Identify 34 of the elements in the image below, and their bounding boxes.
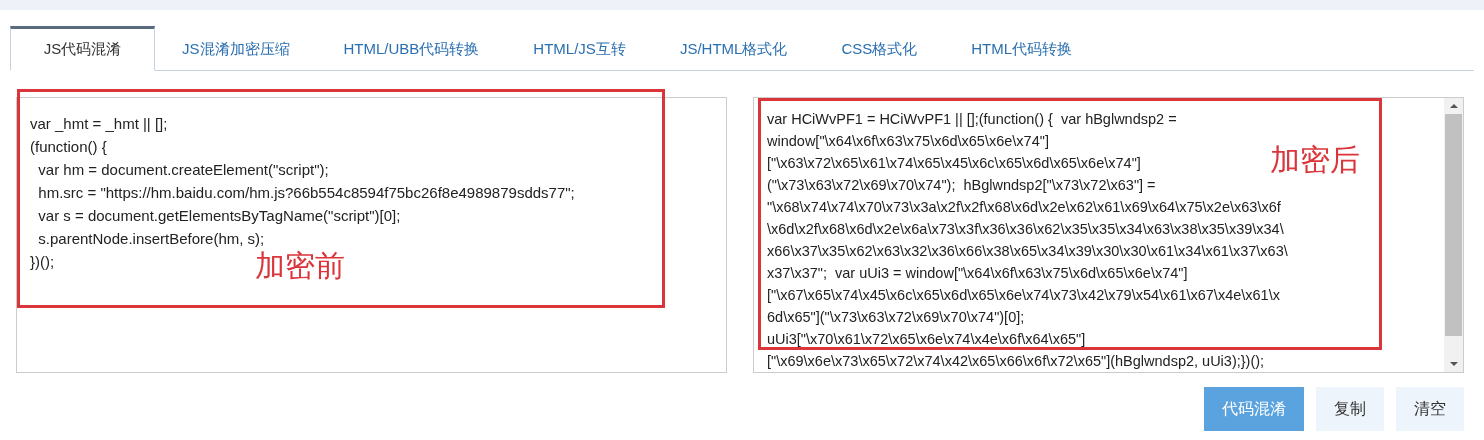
- tab[interactable]: HTML/UBB代码转换: [316, 26, 507, 71]
- code-line: var _hmt = _hmt || [];: [30, 114, 168, 134]
- code-output-area[interactable]: [753, 97, 1464, 373]
- code-line: \x6d\x2f\x68\x6d\x2e\x6a\x73\x3f\x36\x36\x62\x35\x35\x34\x63\x38\x35\x39\x34\: [767, 220, 1284, 239]
- code-line: ["\x63\x72\x65\x61\x74\x65\x45\x6c\x65\x6d\x65\x6e\x74"]: [767, 154, 1141, 173]
- code-line: x66\x37\x35\x62\x63\x32\x36\x66\x38\x65\x34\x39\x30\x30\x61\x34\x61\x37\x63\: [767, 242, 1288, 261]
- code-line: x37\x37"; var uUi3 = window["\x64\x6f\x63\x75\x6d\x65\x6e\x74"]: [767, 264, 1188, 283]
- action-button[interactable]: 复制: [1316, 387, 1384, 431]
- code-line: ["\x67\x65\x74\x45\x6c\x65\x6d\x65\x6e\x74\x73\x42\x79\x54\x61\x67\x4e\x61\x: [767, 286, 1280, 305]
- code-line: "\x68\x74\x74\x70\x73\x3a\x2f\x2f\x68\x6d\x2e\x62\x61\x69\x64\x75\x2e\x63\x6f: [767, 198, 1281, 217]
- code-line: var s = document.getElementsByTagName("script")[0];: [37, 206, 401, 226]
- code-line: hm.src = "https://hm.baidu.com/hm.js?66b554c8594f75bc26f8e4989879sdds77";: [37, 183, 575, 203]
- tab[interactable]: JS混淆加密压缩: [155, 26, 317, 71]
- action-button[interactable]: 清空: [1396, 387, 1464, 431]
- code-line: window["\x64\x6f\x63\x75\x6d\x65\x6e\x74"]: [767, 132, 1049, 151]
- scroll-down-icon[interactable]: [1448, 361, 1459, 367]
- tab[interactable]: HTML代码转换: [944, 26, 1100, 71]
- tab[interactable]: JS代码混淆: [10, 26, 155, 71]
- tab[interactable]: CSS格式化: [814, 26, 945, 71]
- code-line: s.parentNode.insertBefore(hm, s);: [37, 229, 265, 249]
- code-line: uUi3["\x70\x61\x72\x65\x6e\x74\x4e\x6f\x64\x65"]: [767, 330, 1086, 349]
- code-line: var HCiWvPF1 = HCiWvPF1 || [];(function() { var hBglwndsp2 =: [767, 110, 1177, 129]
- tab[interactable]: JS/HTML格式化: [652, 26, 815, 71]
- scroll-up-icon[interactable]: [1448, 103, 1459, 109]
- tab[interactable]: HTML/JS互转: [506, 26, 653, 71]
- code-line: var hm = document.createElement("script");: [37, 160, 329, 180]
- annotation-label: 加密前: [255, 248, 345, 284]
- code-line: })();: [30, 252, 55, 272]
- scrollbar[interactable]: [1444, 98, 1463, 372]
- annotation-label: 加密后: [1270, 142, 1360, 178]
- code-line: 6d\x65"]("\x73\x63\x72\x69\x70\x74")[0];: [767, 308, 1025, 327]
- code-line: (function() {: [30, 137, 107, 157]
- code-line: ["\x69\x6e\x73\x65\x72\x74\x42\x65\x66\x6f\x72\x65"](hBglwndsp2, uUi3);})();: [767, 352, 1265, 371]
- code-line: ("\x73\x63\x72\x69\x70\x74"); hBglwndsp2["\x73\x72\x63"] =: [767, 176, 1156, 195]
